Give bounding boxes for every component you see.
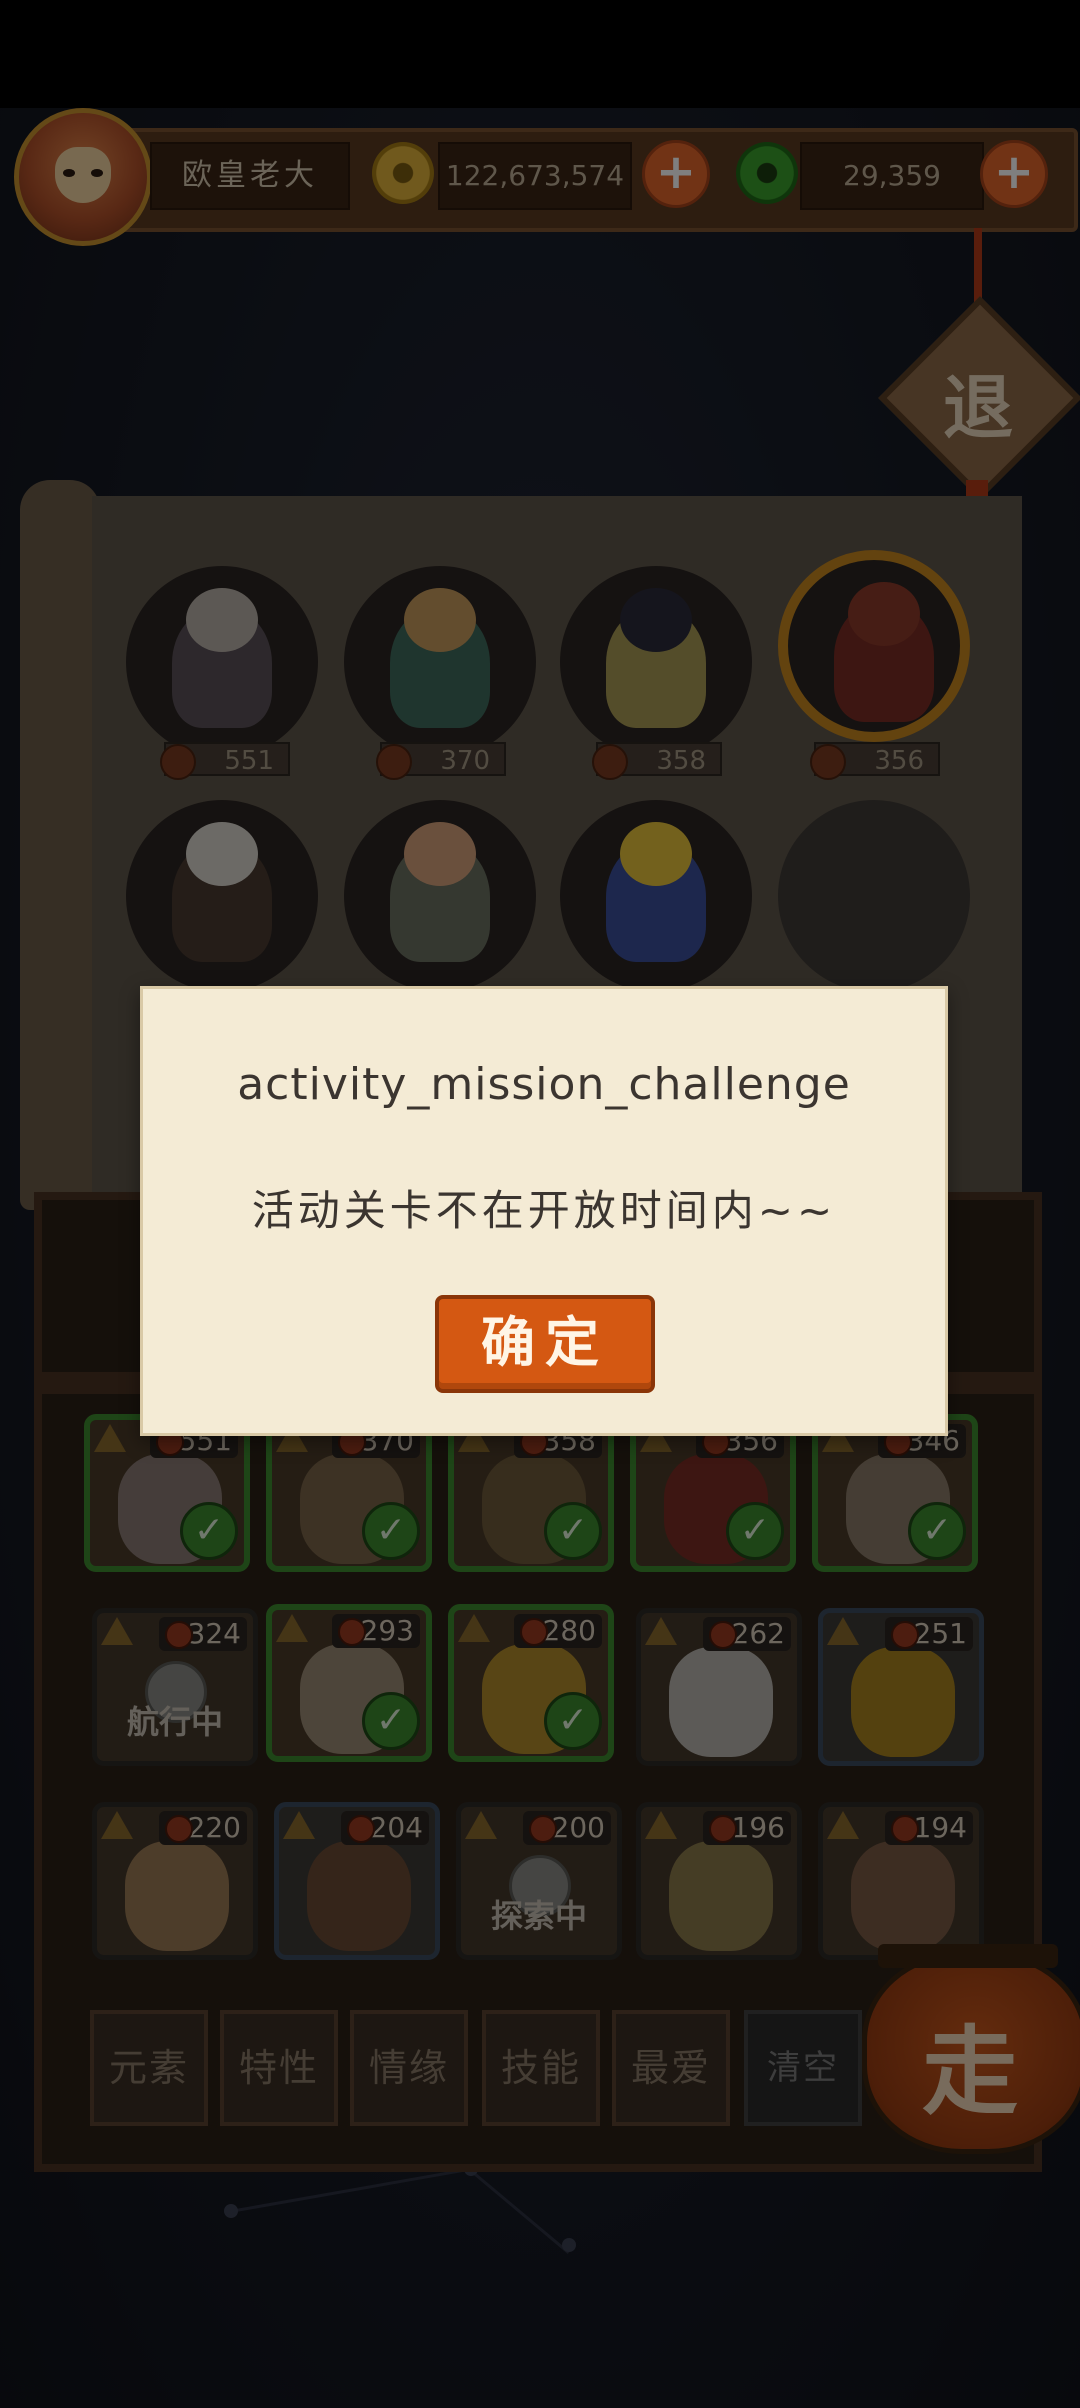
status-bar <box>0 0 1080 108</box>
dialog-title: activity_mission_challenge <box>237 1059 851 1110</box>
confirm-button[interactable]: 确定 <box>435 1295 655 1393</box>
dialog-message: 活动关卡不在开放时间内~~ <box>251 1186 837 1235</box>
alert-dialog: activity_mission_challenge 活动关卡不在开放时间内~~… <box>140 986 948 1436</box>
